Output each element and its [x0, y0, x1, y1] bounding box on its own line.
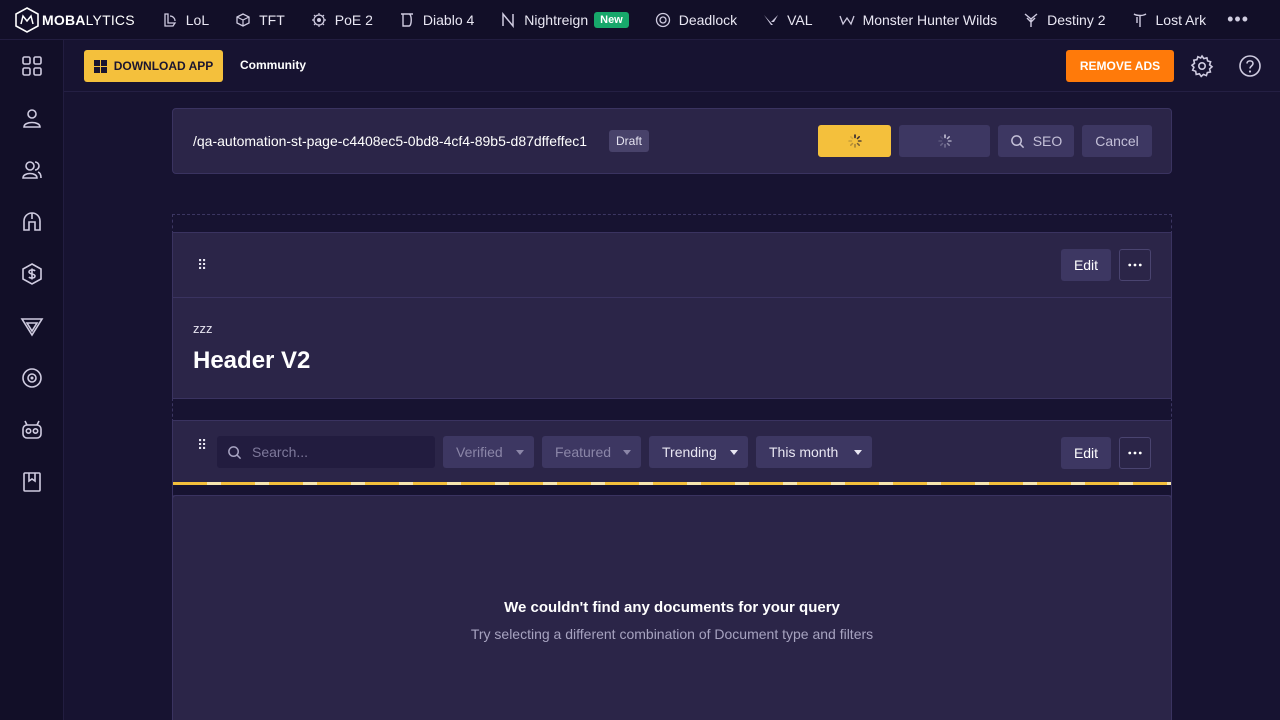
download-app-label: DOWNLOAD APP: [113, 59, 214, 73]
nightreign-icon: [502, 11, 515, 28]
save-draft-button[interactable]: [899, 125, 990, 157]
nav-game-tft[interactable]: TFT: [222, 0, 298, 40]
edit-button[interactable]: Edit: [1061, 437, 1111, 469]
page-path: /qa-automation-st-page-c4408ec5-0bd8-4cf…: [193, 133, 588, 149]
help-icon[interactable]: [1238, 54, 1262, 78]
search-icon: [228, 445, 242, 459]
documents-block: ⠿ Search... Verified Featured Trending T…: [172, 420, 1172, 720]
new-badge: New: [594, 11, 629, 28]
nav-game-destiny2[interactable]: Destiny 2: [1010, 0, 1118, 40]
mobalytics-logo-icon: [15, 6, 39, 33]
drag-handle-icon[interactable]: ⠿: [197, 437, 207, 454]
nav-game-lost-ark[interactable]: Lost Ark: [1119, 0, 1220, 40]
edit-button[interactable]: Edit: [1061, 249, 1111, 281]
filter-featured[interactable]: Featured: [542, 436, 641, 468]
drop-zone: [172, 214, 1172, 234]
empty-state-title: We couldn't find any documents for your …: [504, 599, 840, 616]
poe2-icon: [311, 12, 326, 27]
header-block: ⠿ Edit zzz Header V2: [172, 232, 1172, 399]
empty-state-subtitle: Try selecting a different combination of…: [470, 626, 874, 642]
nav-game-deadlock[interactable]: Deadlock: [642, 0, 750, 40]
community-link[interactable]: Community: [240, 58, 306, 72]
top-nav: MOBALYTICS LoL TFT PoE 2 Diablo 4 Nightr…: [0, 0, 1280, 40]
filter-label: Verified: [456, 444, 503, 460]
monster-hunter-icon: [838, 15, 855, 25]
chevron-down-icon: [854, 450, 862, 455]
more-options-icon[interactable]: [1119, 437, 1151, 469]
sub-header: DOWNLOAD APP Community REMOVE ADS: [64, 40, 1280, 92]
nav-game-label: VAL: [787, 11, 813, 28]
loading-spinner-icon: [937, 134, 952, 148]
coin-icon[interactable]: [16, 258, 48, 290]
loading-spinner-icon: [847, 134, 862, 148]
divider: [173, 297, 1171, 298]
robot-icon[interactable]: [16, 414, 48, 446]
lol-icon: [164, 12, 176, 27]
publish-button[interactable]: [818, 125, 891, 157]
download-app-button[interactable]: DOWNLOAD APP: [84, 50, 223, 82]
more-options-icon[interactable]: [1119, 249, 1151, 281]
documents-results: We couldn't find any documents for your …: [172, 495, 1172, 720]
seo-button[interactable]: SEO: [998, 125, 1074, 157]
mobalytics-logo[interactable]: MOBALYTICS: [14, 0, 135, 40]
target-icon[interactable]: [16, 362, 48, 394]
drop-zone: [172, 398, 1172, 422]
deadlock-icon: [655, 12, 670, 27]
page-url-panel: /qa-automation-st-page-c4408ec5-0bd8-4cf…: [172, 108, 1172, 174]
helmet-icon[interactable]: [16, 206, 48, 238]
nav-game-label: Monster Hunter Wilds: [862, 11, 998, 28]
nav-game-label: LoL: [185, 11, 210, 28]
valorant-icon: [764, 14, 779, 25]
nav-game-monster-hunter[interactable]: Monster Hunter Wilds: [826, 0, 1011, 40]
drag-handle-icon[interactable]: ⠿: [197, 257, 207, 274]
friends-icon[interactable]: [16, 154, 48, 186]
nav-game-label: Lost Ark: [1155, 11, 1207, 28]
search-icon: [1010, 134, 1024, 148]
windows-icon: [93, 59, 107, 73]
header-title: Header V2: [193, 347, 311, 374]
gap: [173, 485, 1171, 495]
profile-icon[interactable]: [16, 102, 48, 134]
nav-game-label: Diablo 4: [422, 11, 475, 28]
search-input[interactable]: Search...: [217, 436, 435, 468]
destiny2-icon: [1024, 12, 1038, 27]
nav-game-label: PoE 2: [334, 11, 373, 28]
cancel-button[interactable]: Cancel: [1082, 125, 1152, 157]
lost-ark-icon: [1133, 12, 1146, 27]
nav-game-diablo4[interactable]: Diablo 4: [386, 0, 487, 40]
nav-game-lol[interactable]: LoL: [149, 0, 222, 40]
nav-game-val[interactable]: VAL: [750, 0, 825, 40]
diablo4-icon: [400, 12, 413, 27]
seo-label: SEO: [1032, 133, 1063, 149]
nav-game-poe2[interactable]: PoE 2: [298, 0, 386, 40]
logo-text: MOBALYTICS: [42, 11, 135, 28]
chevron-down-icon: [623, 450, 631, 455]
nav-game-nightreign[interactable]: Nightreign New: [487, 0, 641, 40]
remove-ads-button[interactable]: REMOVE ADS: [1066, 50, 1174, 82]
tft-icon: [236, 12, 250, 27]
nav-game-label: TFT: [259, 11, 285, 28]
bookmark-icon[interactable]: [16, 466, 48, 498]
chevron-down-icon: [730, 450, 738, 455]
filter-trending[interactable]: Trending: [649, 436, 748, 468]
tft-icon[interactable]: [16, 310, 48, 342]
filter-label: This month: [769, 444, 839, 460]
draft-badge: Draft: [609, 130, 650, 152]
filter-this-month[interactable]: This month: [756, 436, 872, 468]
search-placeholder: Search...: [252, 444, 309, 460]
gear-icon[interactable]: [1190, 54, 1214, 78]
sidebar: [0, 40, 64, 720]
filter-verified[interactable]: Verified: [443, 436, 534, 468]
nav-game-label: Deadlock: [678, 11, 738, 28]
nav-game-label: Destiny 2: [1047, 11, 1106, 28]
header-subtitle: zzz: [193, 321, 213, 336]
nav-game-label: Nightreign: [524, 11, 589, 28]
filter-label: Trending: [662, 444, 717, 460]
filter-label: Featured: [555, 444, 612, 460]
apps-grid-icon[interactable]: [16, 50, 48, 82]
more-games-icon[interactable]: •••: [1219, 9, 1257, 30]
chevron-down-icon: [516, 450, 524, 455]
